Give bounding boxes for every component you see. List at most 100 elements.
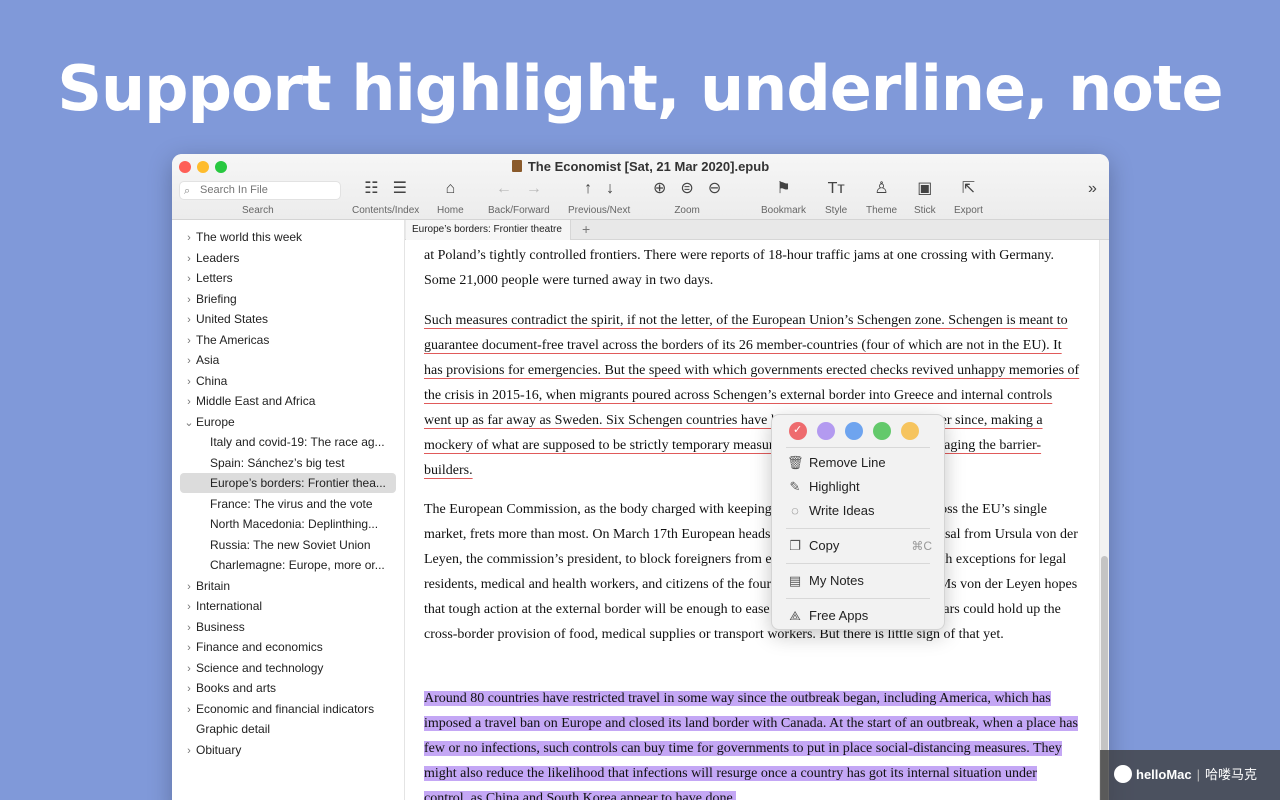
chevron-right-icon[interactable]: ›	[182, 679, 196, 698]
toc-item[interactable]: › United States	[180, 309, 396, 329]
contents-index-button[interactable]: ☷ ☰ Contents/Index	[352, 179, 419, 216]
toc-item[interactable]: Graphic detail	[180, 719, 396, 739]
back-forward-buttons[interactable]: ← → Back/Forward	[488, 179, 550, 216]
stick-label: Stick	[914, 205, 936, 216]
stick-icon: ▣	[917, 180, 933, 197]
chevron-right-icon[interactable]: ›	[182, 331, 196, 350]
home-label: Home	[437, 205, 464, 216]
toc-item[interactable]: › Briefing	[180, 289, 396, 309]
color-swatch-purple[interactable]	[817, 422, 835, 440]
color-swatch-yellow[interactable]	[901, 422, 919, 440]
previous-next-buttons[interactable]: ↑ ↓ Previous/Next	[568, 179, 630, 216]
toc-item[interactable]: › Letters	[180, 268, 396, 288]
color-swatch-blue[interactable]	[845, 422, 863, 440]
toc-subitem[interactable]: Charlemagne: Europe, more or...	[180, 555, 396, 575]
chevron-right-icon[interactable]: ›	[182, 392, 196, 411]
toc-item[interactable]: › Business	[180, 617, 396, 637]
search-label: Search	[242, 205, 274, 216]
stick-button[interactable]: ▣ Stick	[914, 179, 936, 216]
back-arrow-icon[interactable]: ←	[496, 179, 512, 199]
my-notes-menu-item[interactable]: ▤ My Notes	[782, 570, 934, 592]
toolbar-overflow-button[interactable]: »	[1088, 179, 1097, 199]
highlight-menu-item[interactable]: ✎ Highlight	[782, 476, 934, 498]
remove-line-menu-item[interactable]: 🗑 Remove Line	[782, 452, 934, 474]
article-content: at Poland’s tightly controlled frontiers…	[405, 240, 1099, 800]
copy-menu-item[interactable]: ❐ Copy ⌘C	[782, 535, 934, 557]
toc-subitem[interactable]: France: The virus and the vote	[180, 494, 396, 514]
toc-item[interactable]: › Middle East and Africa	[180, 391, 396, 411]
menu-separator	[786, 563, 930, 564]
zoom-buttons[interactable]: ⊕ ⊜ ⊖ Zoom	[646, 179, 728, 216]
underlined-text[interactable]: Such measures contradict the spirit, if …	[424, 313, 1079, 478]
chevron-right-icon[interactable]: ›	[182, 310, 196, 329]
bookmark-button[interactable]: ⚑ Bookmark	[761, 179, 806, 216]
previous-next-label: Previous/Next	[568, 205, 631, 216]
write-ideas-menu-item[interactable]: ◌ Write Ideas	[782, 500, 934, 522]
chevron-right-icon[interactable]: ›	[182, 269, 196, 288]
back-forward-label: Back/Forward	[488, 205, 550, 216]
forward-arrow-icon[interactable]: →	[526, 179, 542, 199]
vertical-scrollbar[interactable]	[1099, 240, 1109, 800]
chevron-right-icon[interactable]: ›	[182, 741, 196, 760]
zoom-out-icon[interactable]: ⊖	[708, 179, 721, 199]
zoom-in-icon[interactable]: ⊕	[653, 179, 666, 199]
tab-bar: Europe’s borders: Frontier theatre +	[405, 220, 1109, 240]
color-swatch-green[interactable]	[873, 422, 891, 440]
toc-item[interactable]: › The Americas	[180, 330, 396, 350]
highlighter-icon: ✎	[789, 479, 801, 494]
chevron-right-icon[interactable]: ›	[182, 597, 196, 616]
toc-item[interactable]: › International	[180, 596, 396, 616]
chevron-right-icon[interactable]: ›	[182, 638, 196, 657]
list-tree-icon[interactable]: ☷	[364, 179, 378, 199]
toc-item-europe[interactable]: ⌄ Europe	[180, 412, 396, 432]
chevron-right-icon[interactable]: ›	[182, 659, 196, 678]
export-button[interactable]: ⇱ Export	[954, 179, 983, 216]
toc-item[interactable]: › Finance and economics	[180, 637, 396, 657]
color-swatch-red[interactable]	[789, 422, 807, 440]
hamburger-menu-icon[interactable]: ☰	[393, 179, 407, 199]
toc-item[interactable]: › Leaders	[180, 248, 396, 268]
menu-separator	[786, 528, 930, 529]
toc-subitem-selected[interactable]: Europe’s borders: Frontier thea...	[180, 473, 396, 493]
home-button[interactable]: ⌂ Home	[437, 179, 464, 216]
chevron-right-icon[interactable]: ›	[182, 618, 196, 637]
toc-item[interactable]: › Books and arts	[180, 678, 396, 698]
style-button[interactable]: Tт Style	[825, 179, 847, 216]
toc-item[interactable]: › Britain	[180, 576, 396, 596]
add-tab-icon[interactable]: +	[582, 220, 590, 239]
tab-europes-borders[interactable]: Europe’s borders: Frontier theatre	[406, 220, 571, 240]
up-arrow-icon[interactable]: ↑	[584, 179, 592, 199]
toc-subitem[interactable]: North Macedonia: Deplinthing...	[180, 514, 396, 534]
highlighted-text[interactable]: Around 80 countries have restricted trav…	[424, 691, 1078, 800]
theme-button[interactable]: ♙ Theme	[866, 179, 897, 216]
chevron-right-icon[interactable]: ›	[182, 290, 196, 309]
app-store-icon: ⟁	[789, 608, 801, 623]
chevron-down-icon[interactable]: ⌄	[182, 413, 196, 432]
toc-item[interactable]: › Obituary	[180, 740, 396, 760]
toc-subitem[interactable]: Italy and covid-19: The race ag...	[180, 432, 396, 452]
previous-next-icons: ↑ ↓	[568, 179, 630, 199]
search-input[interactable]	[200, 184, 330, 196]
chevron-right-icon[interactable]: ›	[182, 249, 196, 268]
chevron-right-icon[interactable]: ›	[182, 700, 196, 719]
toc-item[interactable]: › The world this week	[180, 227, 396, 247]
chevron-right-icon[interactable]: ›	[182, 577, 196, 596]
toc-subitem[interactable]: Russia: The new Soviet Union	[180, 535, 396, 555]
chevron-right-icon[interactable]: ›	[182, 228, 196, 247]
theme-icon: ♙	[874, 180, 889, 197]
chevron-right-icon[interactable]: ›	[182, 372, 196, 391]
toc-subitem[interactable]: Spain: Sánchez’s big test	[180, 453, 396, 473]
titlebar: The Economist [Sat, 21 Mar 2020].epub ⌕ …	[172, 154, 1109, 220]
note-bubble-icon: ◌	[791, 503, 799, 518]
toc-item[interactable]: › China	[180, 371, 396, 391]
down-arrow-icon[interactable]: ↓	[606, 179, 614, 199]
search-field[interactable]: ⌕	[179, 181, 341, 200]
toc-item[interactable]: › Science and technology	[180, 658, 396, 678]
toc-item[interactable]: › Asia	[180, 350, 396, 370]
article-paragraph-underlined: Such measures contradict the spirit, if …	[424, 308, 1082, 483]
free-apps-menu-item[interactable]: ⟁ Free Apps	[782, 605, 934, 627]
menu-separator	[786, 598, 930, 599]
zoom-reset-icon[interactable]: ⊜	[680, 179, 693, 199]
chevron-right-icon[interactable]: ›	[182, 351, 196, 370]
toc-item[interactable]: › Economic and financial indicators	[180, 699, 396, 719]
